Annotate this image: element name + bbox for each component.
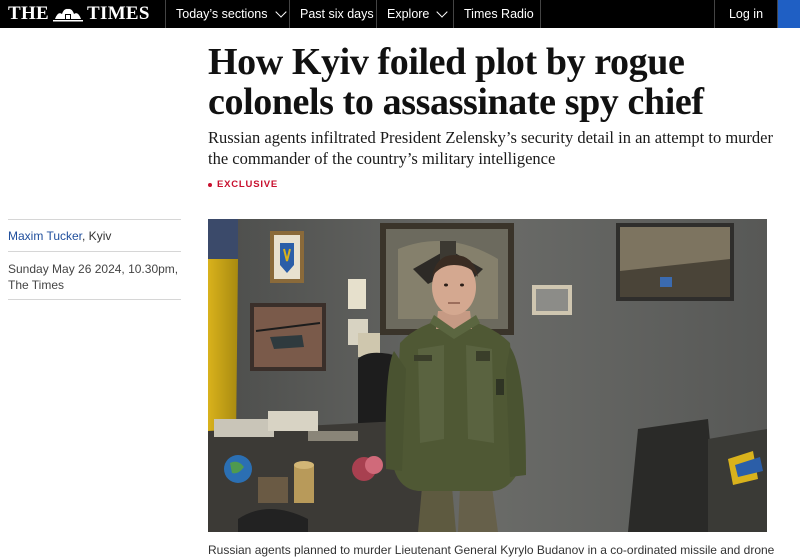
photo-caption: Russian agents planned to murder Lieuten… <box>208 543 775 557</box>
nav-item-past-six-days[interactable]: Past six days <box>300 0 374 28</box>
top-navigation-bar: THE TIMES Today’s sections Past six days… <box>0 0 800 28</box>
nav-divider <box>453 0 454 28</box>
byline: Maxim Tucker, Kyiv <box>8 229 111 243</box>
byline-divider <box>8 251 181 252</box>
nav-item-times-radio[interactable]: Times Radio <box>464 0 534 28</box>
publication-name: The Times <box>8 278 65 292</box>
nav-label: Past six days <box>300 7 374 21</box>
nav-divider <box>165 0 166 28</box>
nav-label: Times Radio <box>464 7 534 21</box>
nav-item-explore[interactable]: Explore <box>387 0 449 28</box>
article-standfirst: Russian agents infiltrated President Zel… <box>208 128 773 168</box>
nav-item-todays-sections[interactable]: Today’s sections <box>176 0 287 28</box>
exclusive-tag[interactable]: EXCLUSIVE <box>208 179 278 190</box>
article-headline: How Kyiv foiled plot by rogue colonels t… <box>208 41 704 123</box>
nav-divider <box>289 0 290 28</box>
login-button[interactable]: Log in <box>714 0 778 28</box>
tag-label: EXCLUSIVE <box>217 179 279 190</box>
nav-label: Explore <box>387 7 430 21</box>
times-logo[interactable]: THE TIMES <box>8 1 150 27</box>
login-label: Log in <box>728 7 764 21</box>
chevron-down-icon <box>436 5 449 18</box>
author-link[interactable]: Maxim Tucker <box>8 229 82 243</box>
logo-text-times: TIMES <box>87 3 150 24</box>
byline-location: , Kyiv <box>82 229 112 243</box>
logo-text-the: THE <box>8 3 50 24</box>
nav-divider <box>376 0 377 28</box>
nav-label: Today’s sections <box>176 7 268 21</box>
account-icon[interactable] <box>778 0 800 28</box>
publish-date: Sunday May 26 2024, 10.30pm, <box>8 262 179 276</box>
byline-divider <box>8 299 181 300</box>
lead-photo-image <box>208 219 767 532</box>
dateline: Sunday May 26 2024, 10.30pm, The Times <box>8 261 188 293</box>
lead-photo[interactable] <box>208 219 767 532</box>
nav-divider <box>540 0 541 28</box>
chevron-down-icon <box>274 5 287 18</box>
crest-logo-icon <box>53 8 84 22</box>
byline-divider <box>8 219 181 220</box>
tag-dot-icon <box>208 182 212 187</box>
